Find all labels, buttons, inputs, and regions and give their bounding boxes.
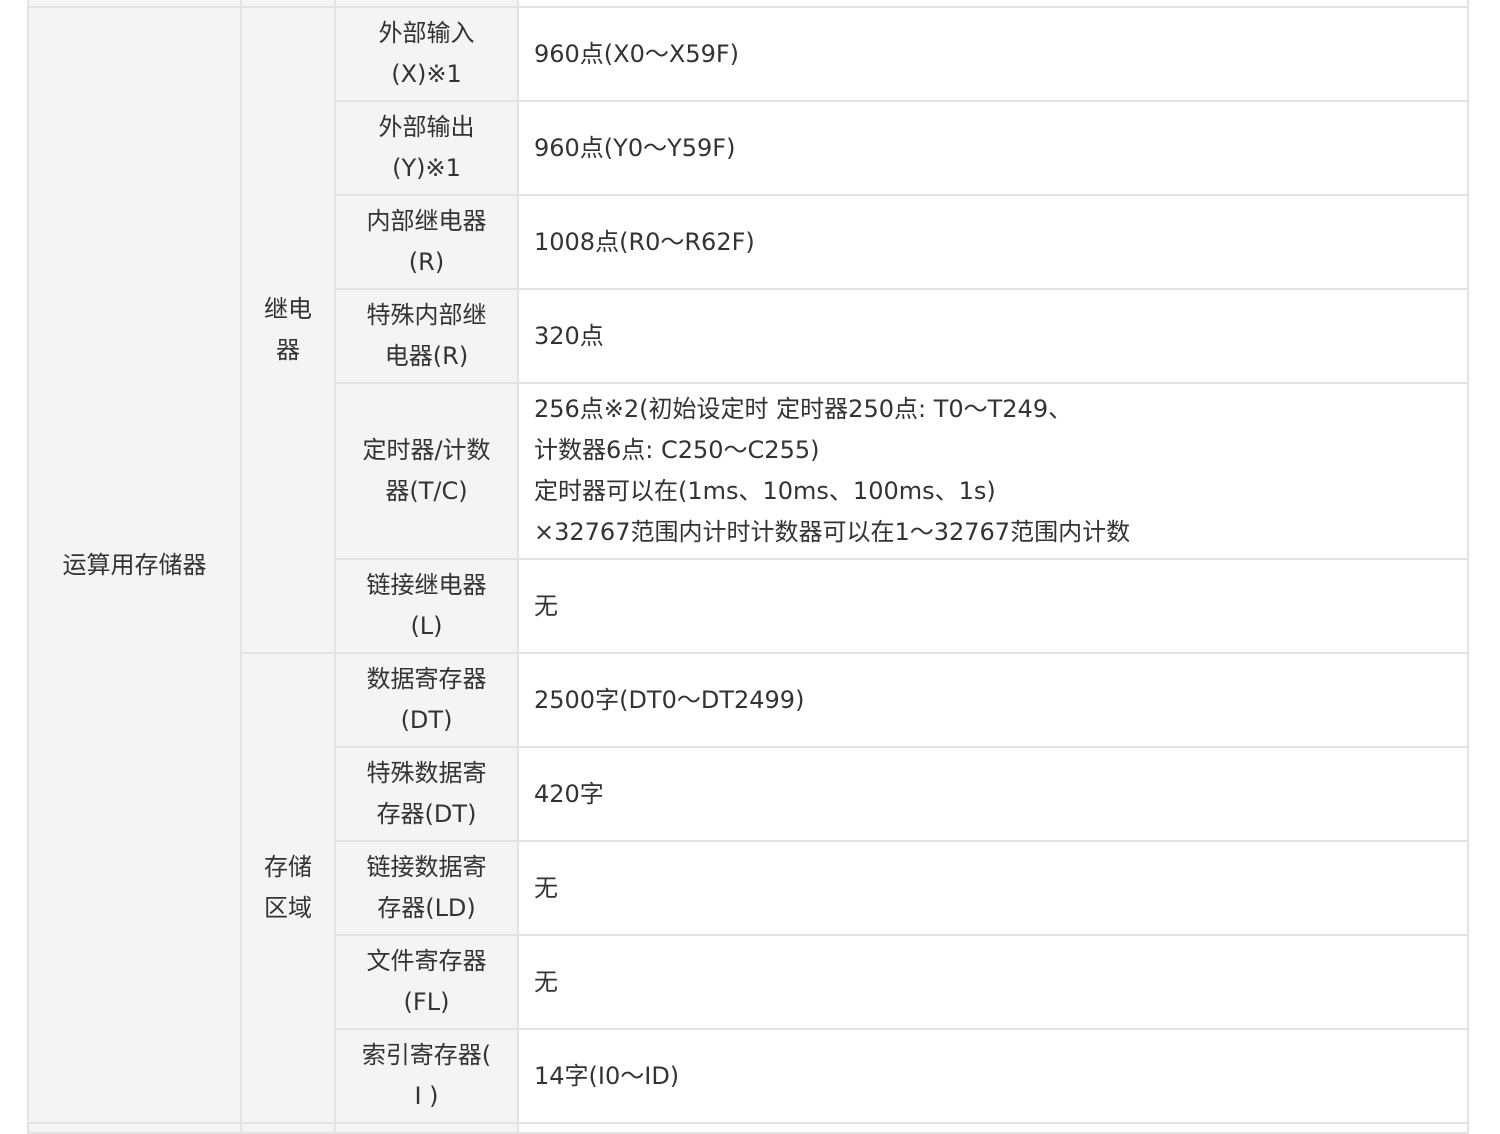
item-value-line: ×32767范围内计时计数器可以在1～32767范围内计数 <box>534 518 1131 546</box>
item-value-line: 1008点(R0～R62F) <box>534 227 755 256</box>
item-name-line: 外部输出 <box>378 113 475 141</box>
item-value-line: 无 <box>534 591 558 620</box>
item-value-cell: 1008点(R0～R62F) <box>517 194 1469 290</box>
item-name-line: 外部输入 <box>378 19 475 47</box>
item-name-line: 链接数据寄 <box>366 853 487 881</box>
item-value-line: 无 <box>534 967 558 996</box>
item-name-cell: 特殊数据寄 存器(DT) <box>334 746 519 842</box>
group-label-line: 器 <box>276 336 300 364</box>
item-name-line: 存器(LD) <box>377 894 476 922</box>
item-name-cell: 特殊内部继 电器(R) <box>334 288 519 384</box>
item-name-cell: 外部输入 (X)※1 <box>334 6 519 102</box>
item-value-line: 计数器6点: C250～C255) <box>534 436 820 464</box>
item-value-cell: 960点(X0～X59F) <box>517 6 1469 102</box>
item-name-line: 特殊数据寄 <box>366 759 487 787</box>
item-name-cell: 链接数据寄 存器(LD) <box>334 840 519 936</box>
item-name-line: 定时器/计数 <box>362 436 491 464</box>
item-name-cell: 索引寄存器( I ) <box>334 1028 519 1124</box>
item-name-line: (Y)※1 <box>392 154 461 182</box>
group-label-line: 区域 <box>264 894 312 922</box>
group-label-line: 继电 <box>264 295 312 323</box>
item-name-line: 特殊内部继 <box>366 301 487 329</box>
item-name-line: (L) <box>410 612 443 640</box>
item-value-line: 256点※2(初始设定时 定时器250点: T0～T249、 <box>534 395 1073 423</box>
item-value-line: 定时器可以在(1ms、10ms、100ms、1s) <box>534 477 996 505</box>
category-label: 运算用存储器 <box>62 550 207 579</box>
item-name-cell: 链接继电器 (L) <box>334 558 519 654</box>
item-name-cell: 数据寄存器 (DT) <box>334 652 519 748</box>
group-cell-relay: 继电 器 <box>240 6 336 654</box>
table-row: 存储 区域 数据寄存器 (DT) 2500字(DT0～DT2499) <box>28 652 1469 1124</box>
item-name-line: 器(T/C) <box>385 477 468 505</box>
table-row-partial-bottom <box>27 1122 1469 1134</box>
item-value-line: 无 <box>534 873 558 902</box>
item-value-line: 320点 <box>534 321 604 350</box>
table-row-partial-top <box>27 0 1469 8</box>
item-name-line: (R) <box>408 248 445 276</box>
item-value-cell: 960点(Y0～Y59F) <box>517 100 1469 196</box>
item-name-cell: 外部输出 (Y)※1 <box>334 100 519 196</box>
item-name-line: I ) <box>414 1082 439 1110</box>
item-value-line: 960点(Y0～Y59F) <box>534 133 736 162</box>
item-value-cell: 无 <box>517 934 1469 1030</box>
item-value-line: 420字 <box>534 779 604 808</box>
item-value-line: 14字(I0～ID) <box>534 1061 680 1090</box>
category-cell: 运算用存储器 <box>27 6 242 1124</box>
spec-table: 运算用存储器 继电 器 外部输入 (X)※1 960点(X0～X59F) 外部输… <box>27 0 1469 1134</box>
item-value-line: 2500字(DT0～DT2499) <box>534 685 805 714</box>
item-value-cell: 2500字(DT0～DT2499) <box>517 652 1469 748</box>
item-value-cell: 256点※2(初始设定时 定时器250点: T0～T249、 计数器6点: C2… <box>517 382 1469 560</box>
item-name-cell: 定时器/计数 器(T/C) <box>334 382 519 560</box>
item-name-line: 内部继电器 <box>366 207 487 235</box>
item-value-cell: 320点 <box>517 288 1469 384</box>
group-label-line: 存储 <box>264 853 312 881</box>
item-value-cell: 420字 <box>517 746 1469 842</box>
item-name-line: 索引寄存器( <box>361 1041 492 1069</box>
item-value-cell: 无 <box>517 840 1469 936</box>
item-name-line: (DT) <box>400 706 453 734</box>
item-name-line: 存器(DT) <box>376 800 477 828</box>
item-value-line: 960点(X0～X59F) <box>534 39 740 68</box>
item-name-line: (FL) <box>403 988 450 1016</box>
table-row: 运算用存储器 继电 器 外部输入 (X)※1 960点(X0～X59F) <box>27 6 1469 1124</box>
group-cell-storage: 存储 区域 <box>240 652 336 1124</box>
item-name-cell: 文件寄存器 (FL) <box>334 934 519 1030</box>
item-name-line: 文件寄存器 <box>366 947 487 975</box>
item-value-cell: 无 <box>517 558 1469 654</box>
item-name-line: 数据寄存器 <box>366 665 487 693</box>
item-value-cell: 14字(I0～ID) <box>517 1028 1469 1124</box>
item-name-line: 电器(R) <box>384 342 469 370</box>
item-name-line: (X)※1 <box>391 60 462 88</box>
item-name-cell: 内部继电器 (R) <box>334 194 519 290</box>
item-name-line: 链接继电器 <box>366 571 487 599</box>
